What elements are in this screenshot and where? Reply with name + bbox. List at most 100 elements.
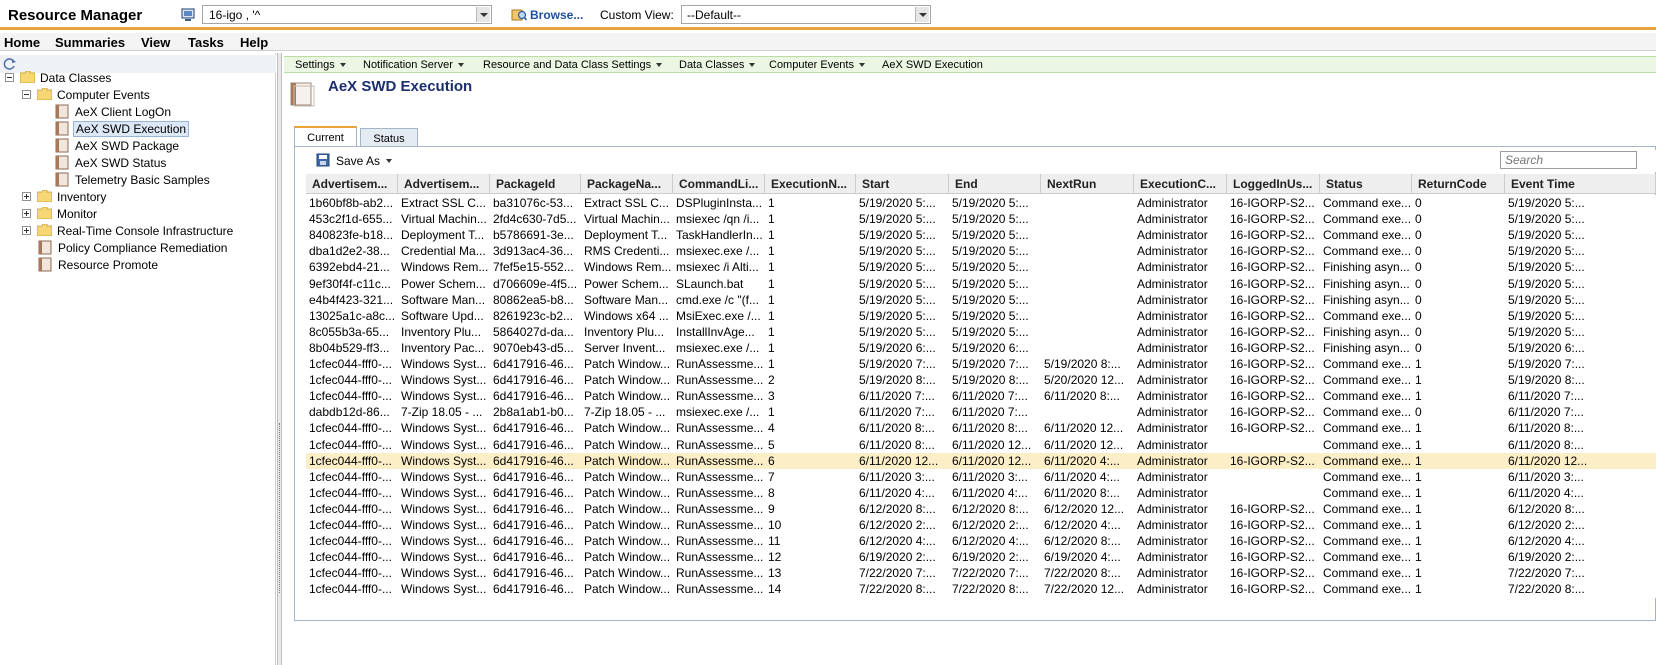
table-cell: Windows Syst... (401, 582, 487, 597)
column-header[interactable]: Advertisem... (398, 174, 490, 194)
tree-node-telemetry-basic-samples[interactable]: Telemetry Basic Samples (0, 172, 276, 189)
table-row[interactable]: 1cfec044-fff0-... Windows Syst... 6d417916… (306, 549, 1656, 567)
column-header[interactable]: Start (856, 174, 949, 194)
table-row[interactable]: 6392ebd4-21... Windows Rem... 7fef5e15-552… (306, 259, 1656, 277)
table-row[interactable]: e4b4f423-321... Software Man... 80862ea5-b… (306, 291, 1656, 309)
menu-tasks[interactable]: Tasks (188, 35, 224, 50)
table-cell: 6/11/2020 12... (1044, 437, 1124, 452)
table-row[interactable]: 1cfec044-fff0-... Windows Syst... 6d417916… (306, 468, 1656, 486)
chevron-down-icon[interactable] (476, 7, 490, 22)
table-cell: 5/19/2020 5:... (859, 324, 936, 339)
chevron-down-icon[interactable] (915, 7, 929, 22)
table-row[interactable]: 1cfec044-fff0-... Windows Syst... 6d417916… (306, 436, 1656, 454)
column-header[interactable]: ExecutionC... (1134, 174, 1227, 194)
table-row[interactable]: 1cfec044-fff0-... Windows Syst... 6d417916… (306, 517, 1656, 534)
column-header[interactable]: ReturnCode (1412, 174, 1505, 194)
column-header[interactable]: End (949, 174, 1041, 194)
table-row[interactable]: dabdb12d-86... 7-Zip 18.05 - ... 2b8a1ab1-… (306, 404, 1656, 422)
tab-status[interactable]: Status (360, 128, 418, 146)
table-row[interactable]: 1cfec044-fff0-... Windows Syst... 6d417916… (306, 581, 1656, 599)
column-header[interactable]: Status (1320, 174, 1412, 194)
table-row[interactable]: 9ef30f4f-c11c... Power Schem... d706609e-4… (306, 275, 1656, 293)
save-icon[interactable] (316, 153, 330, 167)
table-cell: RunAssessme... (676, 485, 763, 500)
collapse-icon[interactable] (22, 90, 31, 99)
table-row[interactable]: dba1d2e2-38... Credential Ma... 3d913ac4-3… (306, 243, 1656, 261)
menu-view[interactable]: View (141, 35, 170, 50)
table-cell: Administrator (1137, 212, 1208, 227)
table-row[interactable]: 1cfec044-fff0-... Windows Syst... 6d417916… (306, 500, 1656, 518)
breadcrumb-notification-server[interactable]: Notification Server (363, 59, 464, 71)
table-row[interactable]: 453c2f1d-655... Virtual Machin... 2fd4c630… (306, 211, 1656, 229)
table-cell: 6/11/2020 7:... (952, 389, 1028, 404)
expand-icon[interactable] (22, 209, 31, 218)
column-header[interactable]: ExecutionN... (765, 174, 856, 194)
computer-icon[interactable] (180, 7, 196, 23)
save-as-button[interactable]: Save As (336, 154, 380, 168)
column-header[interactable]: Event Time (1505, 174, 1656, 194)
table-cell: d706609e-4f5... (493, 276, 578, 291)
menu-summaries[interactable]: Summaries (55, 35, 125, 50)
table-cell: Administrator (1137, 453, 1208, 468)
tree-node-aex-client-logon[interactable]: AeX Client LogOn (0, 104, 276, 121)
column-header[interactable]: PackageNa... (581, 174, 673, 194)
tree-node-computer-events[interactable]: Computer Events (0, 87, 276, 104)
menu-help[interactable]: Help (240, 35, 268, 50)
expand-icon[interactable] (22, 192, 31, 201)
table-row[interactable]: 1cfec044-fff0-... Windows Syst... 6d417916… (306, 420, 1656, 438)
tree-node-inventory[interactable]: Inventory (0, 189, 276, 206)
tree-label: Real-Time Console Infrastructure (57, 224, 234, 238)
column-header[interactable]: NextRun (1041, 174, 1134, 194)
table-row[interactable]: 1cfec044-fff0-... Windows Syst... 6d417916… (306, 372, 1656, 390)
table-row[interactable]: 13025a1c-a8c... Software Upd... 8261923c-b… (306, 307, 1656, 325)
breadcrumb-computer-events[interactable]: Computer Events (769, 59, 865, 71)
menu-home[interactable]: Home (4, 35, 40, 50)
table-cell: Windows Syst... (401, 501, 487, 516)
expand-icon[interactable] (22, 226, 31, 235)
table-row[interactable]: 8b04b529-ff3... Inventory Pac... 9070eb43-… (306, 339, 1656, 357)
table-row[interactable]: 8c055b3a-65... Inventory Plu... 5864027d-d… (306, 323, 1656, 341)
table-cell: 1 (1415, 373, 1422, 388)
browse-icon[interactable] (511, 7, 527, 23)
tab-current[interactable]: Current (294, 126, 357, 146)
table-row[interactable]: 1cfec044-fff0-... Windows Syst... 6d417916… (306, 388, 1656, 406)
breadcrumb-aex-swd-execution[interactable]: AeX SWD Execution (882, 59, 983, 71)
table-row[interactable]: 840823fe-b18... Deployment T... b5786691-3… (306, 227, 1656, 245)
tree-node-aex-swd-execution[interactable]: AeX SWD Execution (0, 121, 276, 138)
search-input[interactable] (1500, 151, 1637, 169)
custom-view-select[interactable]: --Default-- (681, 5, 931, 24)
tree-node-aex-swd-status[interactable]: AeX SWD Status (0, 155, 276, 172)
splitter-grip[interactable] (279, 423, 281, 593)
tree-node-monitor[interactable]: Monitor (0, 206, 276, 223)
pane-splitter[interactable] (277, 53, 282, 665)
tree-node-real-time-console-infrastructure[interactable]: Real-Time Console Infrastructure (0, 223, 276, 240)
column-header[interactable]: CommandLi... (673, 174, 765, 194)
tree-node-resource-promote[interactable]: Resource Promote (0, 257, 276, 274)
tree-node-policy-compliance-remediation[interactable]: Policy Compliance Remediation (0, 240, 276, 257)
breadcrumb-data-classes[interactable]: Data Classes (679, 59, 756, 71)
computer-selector[interactable]: 16-igo , '^ (202, 5, 492, 24)
table-row[interactable]: 1cfec044-fff0-... Windows Syst... 6d417916… (306, 565, 1656, 583)
tree-node-data-classes[interactable]: Data Classes (0, 70, 276, 87)
table-row[interactable]: 1cfec044-fff0-... Windows Syst... 6d417916… (306, 356, 1656, 373)
breadcrumb-resource-data-class-settings[interactable]: Resource and Data Class Settings (483, 59, 663, 71)
table-row[interactable]: 1cfec044-fff0-... Windows Syst... 6d417916… (306, 484, 1656, 502)
tree-label: AeX SWD Status (75, 156, 167, 170)
table-cell: msiexec.exe /... (676, 405, 760, 420)
tree-node-aex-swd-package[interactable]: AeX SWD Package (0, 138, 276, 155)
column-header[interactable]: PackageId (490, 174, 581, 194)
chevron-down-icon[interactable] (386, 159, 392, 163)
column-header[interactable]: LoggedInUs... (1227, 174, 1320, 194)
collapse-icon[interactable] (5, 73, 14, 82)
column-header[interactable]: Advertisem... (306, 174, 398, 194)
table-cell: 6/12/2020 4:... (859, 534, 936, 549)
table-cell: 6/11/2020 4:... (1044, 469, 1120, 484)
refresh-icon[interactable] (3, 57, 17, 71)
table-cell: 6/11/2020 4:... (1508, 485, 1584, 500)
table-row[interactable]: 1cfec044-fff0-... Windows Syst... 6d417916… (306, 533, 1656, 551)
table-row[interactable]: 1cfec044-fff0-... Windows Syst... 6d417916… (306, 452, 1656, 470)
breadcrumb-settings[interactable]: Settings (295, 59, 346, 71)
table-cell: msiexec /i Alti... (676, 260, 759, 275)
table-row[interactable]: 1b60bf8b-ab2... Extract SSL C... ba31076c-… (306, 195, 1656, 212)
browse-link[interactable]: Browse... (530, 8, 583, 22)
